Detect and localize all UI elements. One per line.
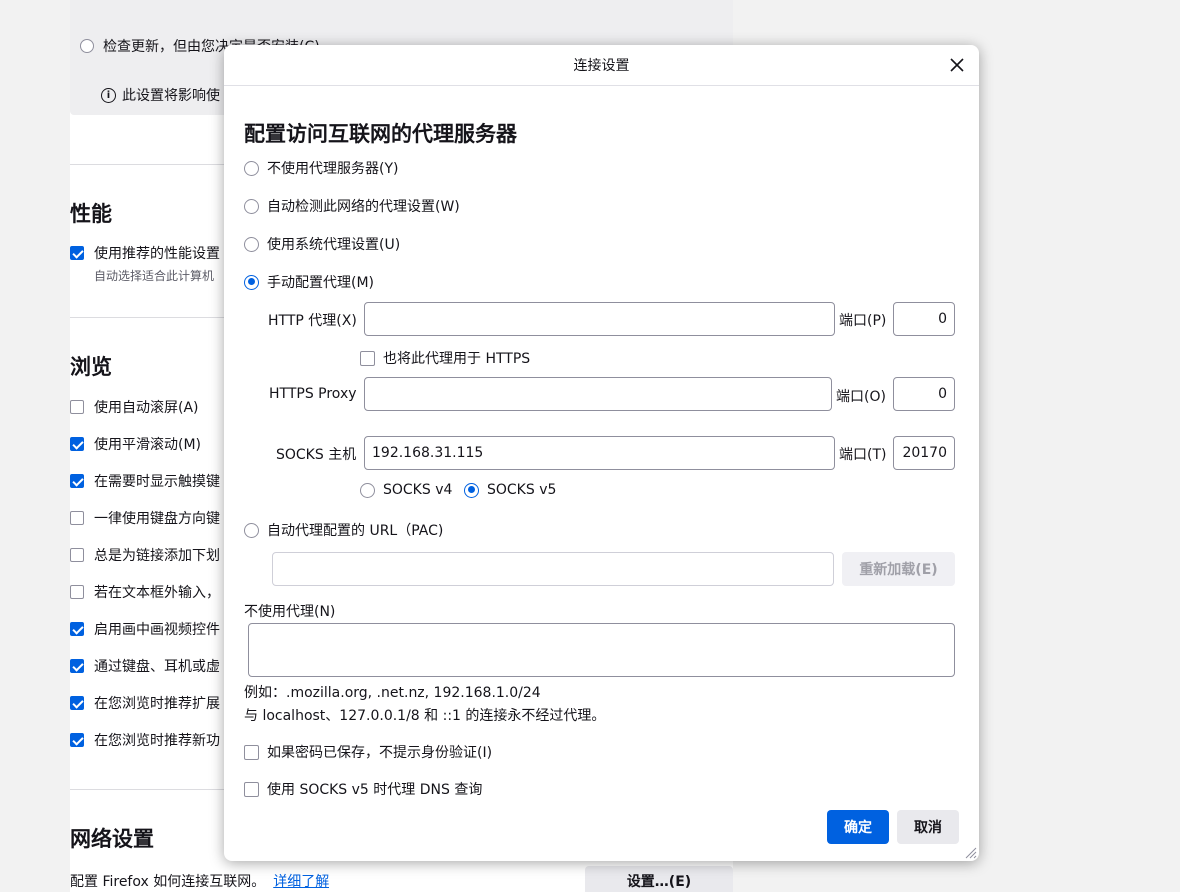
- https-port-label: 端口(O): [836, 389, 886, 405]
- pac-url-input[interactable]: [272, 552, 834, 586]
- close-icon: [950, 58, 964, 72]
- http-port-input[interactable]: 0: [893, 302, 955, 336]
- https-proxy-input[interactable]: [364, 377, 832, 411]
- radio-button-selected[interactable]: [244, 274, 259, 290]
- socks-dns-label: 使用 SOCKS v5 时代理 DNS 查询: [267, 782, 483, 798]
- checkbox[interactable]: [360, 350, 375, 366]
- resize-grip-icon[interactable]: [963, 845, 977, 859]
- localhost-note: 与 localhost、127.0.0.1/8 和 ::1 的连接永不经过代理。: [244, 708, 606, 724]
- radio-button[interactable]: [244, 160, 259, 176]
- proxy-mode-none[interactable]: 不使用代理服务器(Y): [244, 158, 398, 178]
- radio-button[interactable]: [244, 198, 259, 214]
- no-proxy-label: 不使用代理(N): [244, 604, 336, 620]
- checkbox[interactable]: [244, 781, 259, 797]
- also-https-option[interactable]: 也将此代理用于 HTTPS: [360, 348, 530, 368]
- example-text: 例如：.mozilla.org, .net.nz, 192.168.1.0/24: [244, 685, 541, 701]
- checkbox[interactable]: [244, 744, 259, 760]
- dialog-header: 连接设置: [224, 45, 979, 86]
- http-proxy-input[interactable]: [364, 302, 835, 336]
- no-auth-prompt-option[interactable]: 如果密码已保存，不提示身份验证(I): [244, 742, 492, 762]
- connection-settings-dialog: 连接设置 配置访问互联网的代理服务器 不使用代理服务器(Y) 自动检测此网络的代…: [224, 45, 979, 861]
- reload-button[interactable]: 重新加载(E): [842, 552, 955, 586]
- close-button[interactable]: [945, 53, 969, 77]
- cancel-button[interactable]: 取消: [897, 810, 959, 844]
- http-proxy-label: HTTP 代理(X): [268, 313, 357, 329]
- also-https-label: 也将此代理用于 HTTPS: [383, 351, 531, 367]
- dialog-title: 连接设置: [573, 58, 630, 74]
- https-port-input[interactable]: 0: [893, 377, 955, 411]
- radio-button[interactable]: [244, 522, 259, 538]
- ok-button[interactable]: 确定: [827, 810, 889, 844]
- socks-v5-label: SOCKS v5: [487, 482, 557, 498]
- proxy-mode-label: 使用系统代理设置(U): [267, 237, 401, 253]
- http-port-label: 端口(P): [839, 313, 887, 329]
- socks-v4-label: SOCKS v4: [383, 482, 453, 498]
- radio-button[interactable]: [244, 236, 259, 252]
- no-proxy-textarea[interactable]: [248, 623, 955, 677]
- proxy-mode-label: 手动配置代理(M): [267, 275, 375, 291]
- dialog-heading: 配置访问互联网的代理服务器: [244, 122, 517, 146]
- socks-port-input[interactable]: 20170: [893, 436, 955, 470]
- socks-host-label: SOCKS 主机: [276, 447, 357, 463]
- proxy-mode-auto-detect[interactable]: 自动检测此网络的代理设置(W): [244, 196, 460, 216]
- radio-button-selected[interactable]: [464, 482, 479, 498]
- proxy-mode-pac[interactable]: 自动代理配置的 URL（PAC): [244, 520, 443, 540]
- socks-port-label: 端口(T): [839, 447, 887, 463]
- no-auth-prompt-label: 如果密码已保存，不提示身份验证(I): [267, 745, 493, 761]
- radio-button[interactable]: [360, 482, 375, 498]
- pac-label: 自动代理配置的 URL（PAC): [267, 523, 444, 539]
- https-proxy-label: HTTPS Proxy: [269, 386, 357, 402]
- proxy-mode-label: 自动检测此网络的代理设置(W): [267, 199, 460, 215]
- proxy-mode-manual[interactable]: 手动配置代理(M): [244, 272, 374, 292]
- socks-dns-option[interactable]: 使用 SOCKS v5 时代理 DNS 查询: [244, 779, 482, 799]
- socks-v5-option[interactable]: SOCKS v5: [464, 482, 556, 498]
- proxy-mode-system[interactable]: 使用系统代理设置(U): [244, 234, 400, 254]
- socks-v4-option[interactable]: SOCKS v4: [360, 482, 452, 498]
- socks-host-input[interactable]: 192.168.31.115: [364, 436, 835, 470]
- proxy-mode-label: 不使用代理服务器(Y): [267, 161, 399, 177]
